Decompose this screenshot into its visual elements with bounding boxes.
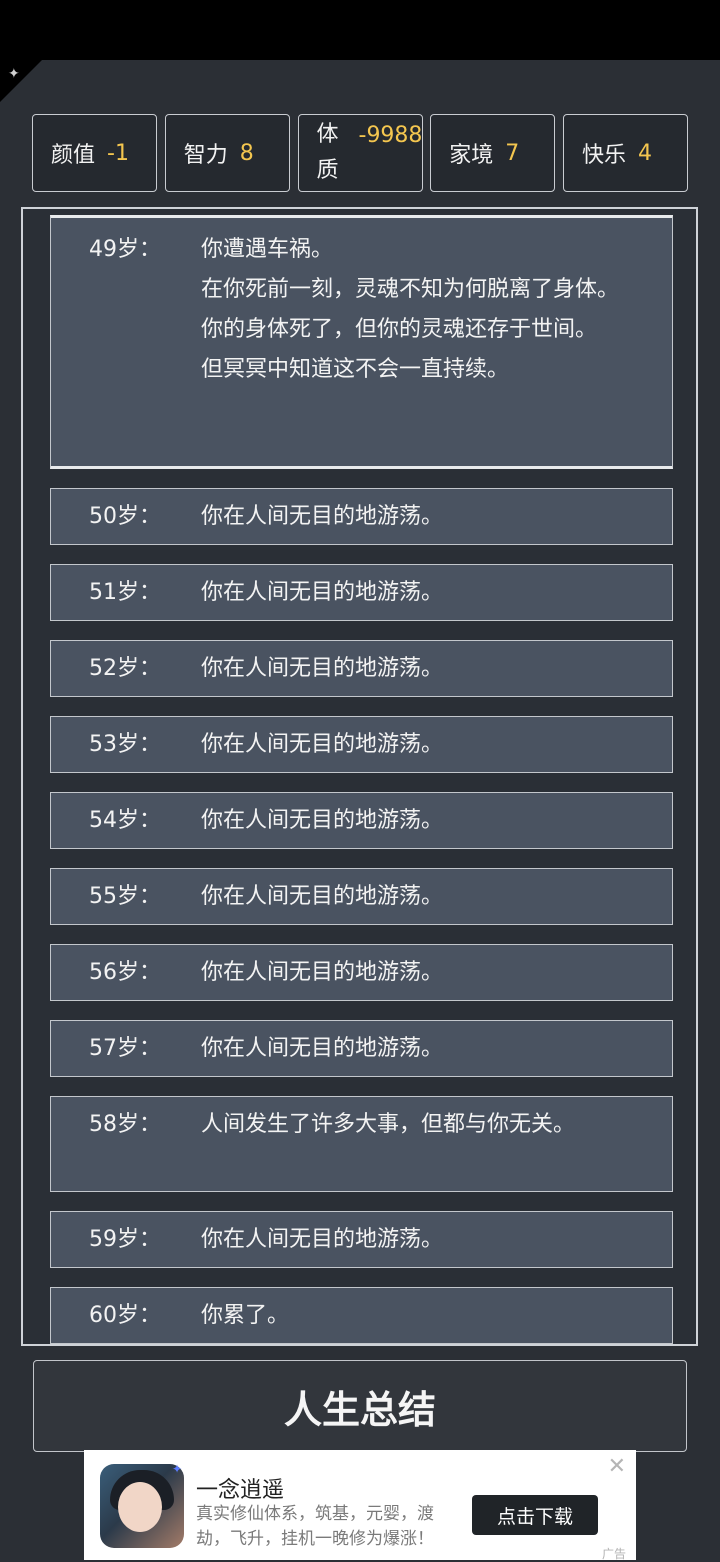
log-age: 55岁： [89, 884, 161, 909]
log-age: 51岁： [89, 580, 161, 605]
log-text: 你在人间无目的地游荡。 [201, 808, 444, 833]
status-bar [0, 0, 720, 60]
log-entry: 51岁： 你在人间无目的地游荡。 [50, 564, 673, 621]
stats-bar: 颜值 -1 智力 8 体质 -9988 家境 7 快乐 4 [32, 114, 688, 194]
log-text: 你在人间无目的地游荡。 [201, 884, 444, 909]
character-face [118, 1482, 162, 1532]
log-age: 49岁： [89, 237, 161, 262]
stat-appearance: 颜值 -1 [32, 114, 157, 192]
log-entry: 54岁： 你在人间无目的地游荡。 [50, 792, 673, 849]
log-entry: 59岁： 你在人间无目的地游荡。 [50, 1211, 673, 1268]
log-age: 50岁： [89, 504, 161, 529]
log-text: 你在人间无目的地游荡。 [201, 1036, 444, 1061]
stat-happiness: 快乐 4 [563, 114, 688, 192]
log-text: 你在人间无目的地游荡。 [201, 504, 444, 529]
stat-value: 4 [638, 140, 653, 166]
log-age: 54岁： [89, 808, 161, 833]
ad-title[interactable]: 一念逍遥 [196, 1472, 284, 1504]
log-age: 58岁： [89, 1112, 161, 1137]
ad-sparkle-icon: ✦ [172, 1462, 183, 1476]
stat-family: 家境 7 [430, 114, 556, 192]
log-text: 你在人间无目的地游荡。 [201, 656, 444, 681]
log-entry: 52岁： 你在人间无目的地游荡。 [50, 640, 673, 697]
close-icon[interactable]: ✕ [608, 1454, 626, 1479]
log-entry: 50岁： 你在人间无目的地游荡。 [50, 488, 673, 545]
log-age: 59岁： [89, 1227, 161, 1252]
stat-label: 家境 [449, 143, 494, 168]
log-text: 你在人间无目的地游荡。 [201, 1227, 444, 1252]
stat-intelligence: 智力 8 [164, 114, 290, 192]
ad-banner[interactable]: ✦ 一念逍遥 真实修仙体系，筑基，元婴，渡劫，飞升，挂机一晚修为爆涨！ 点击下载… [84, 1450, 636, 1561]
log-age: 57岁： [89, 1036, 161, 1061]
log-entry: 56岁： 你在人间无目的地游荡。 [50, 944, 673, 1001]
log-text: 你在人间无目的地游荡。 [201, 580, 444, 605]
log-entry: 55岁： 你在人间无目的地游荡。 [50, 868, 673, 925]
log-entry: 49岁： 你遭遇车祸。 在你死前一刻，灵魂不知为何脱离了身体。 你的身体死了，但… [50, 215, 673, 469]
ad-label: 广告 [601, 1547, 626, 1561]
download-button[interactable]: 点击下载 [472, 1495, 598, 1535]
log-age: 53岁： [89, 732, 161, 757]
life-log-panel[interactable]: 49岁： 你遭遇车祸。 在你死前一刻，灵魂不知为何脱离了身体。 你的身体死了，但… [21, 207, 698, 1346]
log-text: 你遭遇车祸。 在你死前一刻，灵魂不知为何脱离了身体。 你的身体死了，但你的灵魂还… [201, 237, 620, 382]
log-age: 52岁： [89, 656, 161, 681]
log-entry: 58岁： 人间发生了许多大事，但都与你无关。 [50, 1096, 673, 1192]
log-text: 你在人间无目的地游荡。 [201, 960, 444, 985]
log-age: 56岁： [89, 960, 161, 985]
log-entry: 60岁： 你累了。 [50, 1287, 673, 1344]
corner-icon: ✦ [8, 66, 20, 82]
log-text: 人间发生了许多大事，但都与你无关。 [201, 1112, 576, 1137]
stat-constitution: 体质 -9988 [297, 114, 423, 192]
stat-value: 7 [505, 140, 520, 166]
life-summary-button[interactable]: 人生总结 [33, 1360, 687, 1452]
log-entry: 53岁： 你在人间无目的地游荡。 [50, 716, 673, 773]
stat-label: 快乐 [582, 143, 627, 168]
log-age: 60岁： [89, 1303, 161, 1328]
stat-value: 8 [239, 140, 254, 166]
ad-app-icon[interactable] [100, 1464, 184, 1548]
stat-value: -1 [107, 140, 129, 166]
stat-label: 智力 [183, 143, 228, 168]
log-text: 你累了。 [201, 1303, 290, 1328]
ad-description: 真实修仙体系，筑基，元婴，渡劫，飞升，挂机一晚修为爆涨！ [196, 1504, 434, 1549]
stat-label: 颜值 [51, 143, 96, 168]
log-entry: 57岁： 你在人间无目的地游荡。 [50, 1020, 673, 1077]
corner-decoration [0, 60, 42, 102]
stat-label: 体质 [316, 122, 339, 183]
log-text: 你在人间无目的地游荡。 [201, 732, 444, 757]
stat-value: -9988 [358, 123, 423, 148]
